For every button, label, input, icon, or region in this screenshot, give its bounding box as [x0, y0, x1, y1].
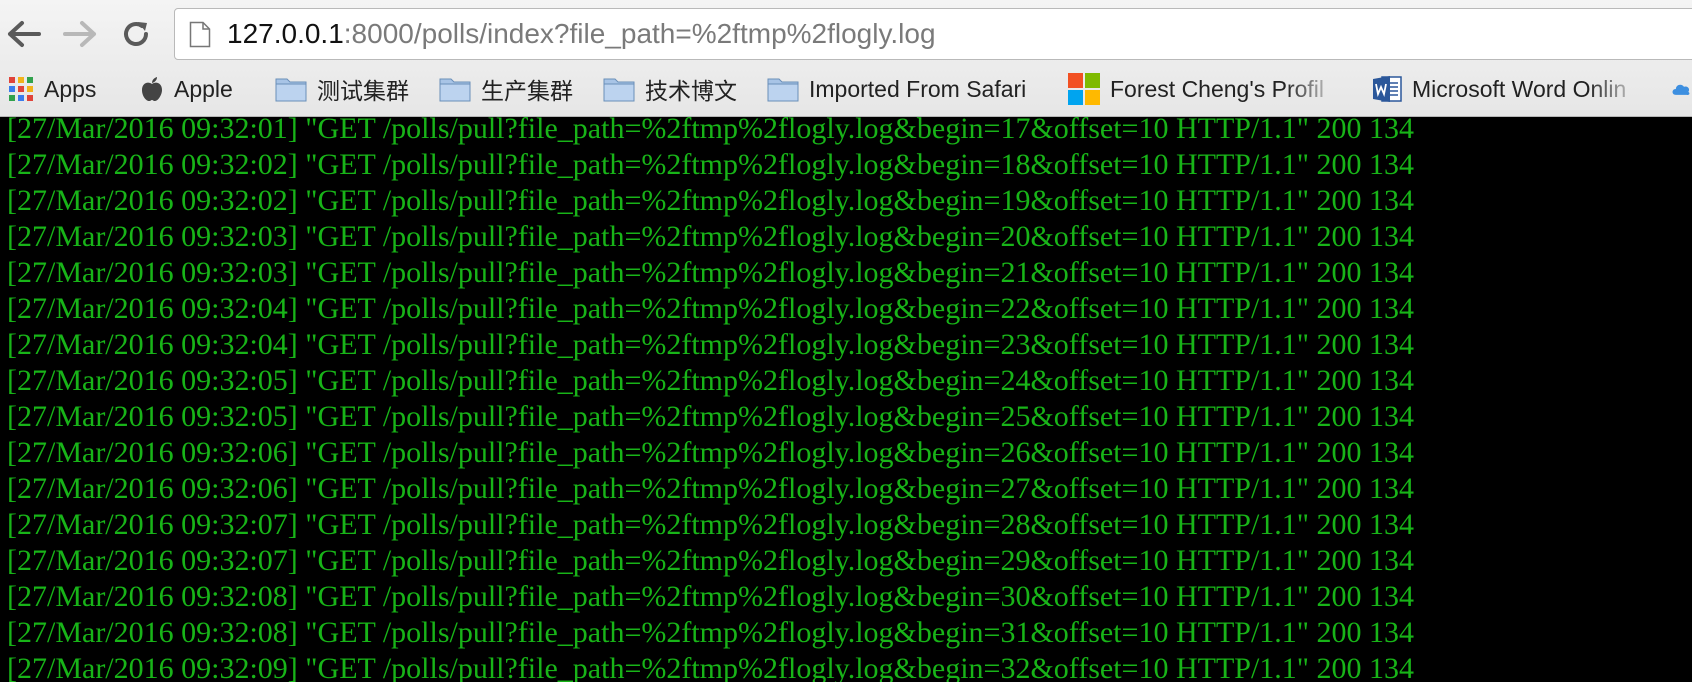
bookmark-folder-tech-blogs[interactable]: 技术博文 — [603, 72, 737, 106]
apple-logo-icon — [140, 76, 164, 102]
log-line: [27/Mar/2016 09:32:05] "GET /polls/pull?… — [7, 364, 1415, 397]
bookmark-folder-production-cluster[interactable]: 生产集群 — [439, 72, 573, 106]
bookmark-microsoft-word-online[interactable]: Microsoft Word Onlin — [1372, 72, 1642, 106]
bookmark-label: Imported From Safari — [809, 75, 1027, 102]
bookmark-label: Apps — [44, 75, 97, 102]
folder-icon — [603, 76, 635, 102]
log-output: [27/Mar/2016 09:32:01] "GET /polls/pull?… — [0, 117, 1692, 682]
bookmark-folder-imported-from-safari[interactable]: Imported From Safari — [767, 72, 1026, 106]
forward-arrow-icon — [63, 21, 96, 47]
bookmark-label: 生产集群 — [481, 78, 573, 104]
folder-icon — [767, 76, 799, 102]
bookmark-apps[interactable]: Apps — [8, 72, 96, 106]
browser-toolbar: 127.0.0.1:8000/polls/index?file_path=%2f… — [0, 0, 1692, 117]
log-line: [27/Mar/2016 09:32:06] "GET /polls/pull?… — [7, 472, 1415, 505]
log-line: [27/Mar/2016 09:32:06] "GET /polls/pull?… — [7, 436, 1415, 469]
bookmark-label: Apple — [174, 75, 233, 102]
bookmark-label: 技术博文 — [645, 78, 737, 104]
log-line: [27/Mar/2016 09:32:04] "GET /polls/pull?… — [7, 292, 1415, 325]
bookmark-label: Forest Cheng's Profil — [1110, 75, 1325, 102]
log-line: [27/Mar/2016 09:32:05] "GET /polls/pull?… — [7, 400, 1415, 433]
log-line: [27/Mar/2016 09:32:08] "GET /polls/pull?… — [7, 616, 1415, 649]
url-text: 127.0.0.1:8000/polls/index?file_path=%2f… — [227, 18, 936, 50]
word-icon — [1372, 74, 1402, 104]
back-arrow-icon — [8, 21, 41, 47]
bookmark-apple[interactable]: Apple — [140, 72, 233, 106]
log-line: [27/Mar/2016 09:32:03] "GET /polls/pull?… — [7, 256, 1415, 289]
url-path: :8000/polls/index?file_path=%2ftmp%2flog… — [343, 18, 936, 49]
bookmark-overflow-partial[interactable] — [1670, 72, 1692, 106]
reload-icon — [124, 22, 148, 46]
bookmark-folder-test-cluster[interactable]: 测试集群 — [275, 72, 409, 106]
log-line: [27/Mar/2016 09:32:02] "GET /polls/pull?… — [7, 184, 1415, 217]
windows-logo-icon — [1068, 73, 1100, 105]
folder-icon — [275, 76, 307, 102]
reload-button[interactable] — [116, 14, 156, 54]
bookmark-forest-cheng-profile[interactable]: Forest Cheng's Profil — [1068, 72, 1340, 106]
forward-button[interactable] — [60, 14, 100, 54]
back-button[interactable] — [4, 14, 44, 54]
apps-grid-icon — [8, 76, 34, 102]
log-line: [27/Mar/2016 09:32:07] "GET /polls/pull?… — [7, 508, 1415, 541]
bookmark-label: 测试集群 — [317, 78, 409, 104]
log-line: [27/Mar/2016 09:32:02] "GET /polls/pull?… — [7, 148, 1415, 181]
log-line: [27/Mar/2016 09:32:09] "GET /polls/pull?… — [7, 652, 1415, 682]
bookmarks-bar: Apps Apple 测试集群 生产集群 技术博文 Imported From … — [0, 70, 1692, 110]
page-icon — [189, 21, 211, 48]
log-line: [27/Mar/2016 09:32:04] "GET /polls/pull?… — [7, 328, 1415, 361]
log-line: [27/Mar/2016 09:32:08] "GET /polls/pull?… — [7, 580, 1415, 613]
log-line: [27/Mar/2016 09:32:01] "GET /polls/pull?… — [7, 117, 1415, 145]
address-bar[interactable]: 127.0.0.1:8000/polls/index?file_path=%2f… — [174, 8, 1692, 60]
cloud-icon — [1672, 84, 1690, 96]
log-line: [27/Mar/2016 09:32:07] "GET /polls/pull?… — [7, 544, 1415, 577]
folder-icon — [439, 76, 471, 102]
bookmark-label: Microsoft Word Onlin — [1412, 75, 1627, 102]
log-line: [27/Mar/2016 09:32:03] "GET /polls/pull?… — [7, 220, 1415, 253]
url-host: 127.0.0.1 — [227, 18, 344, 49]
